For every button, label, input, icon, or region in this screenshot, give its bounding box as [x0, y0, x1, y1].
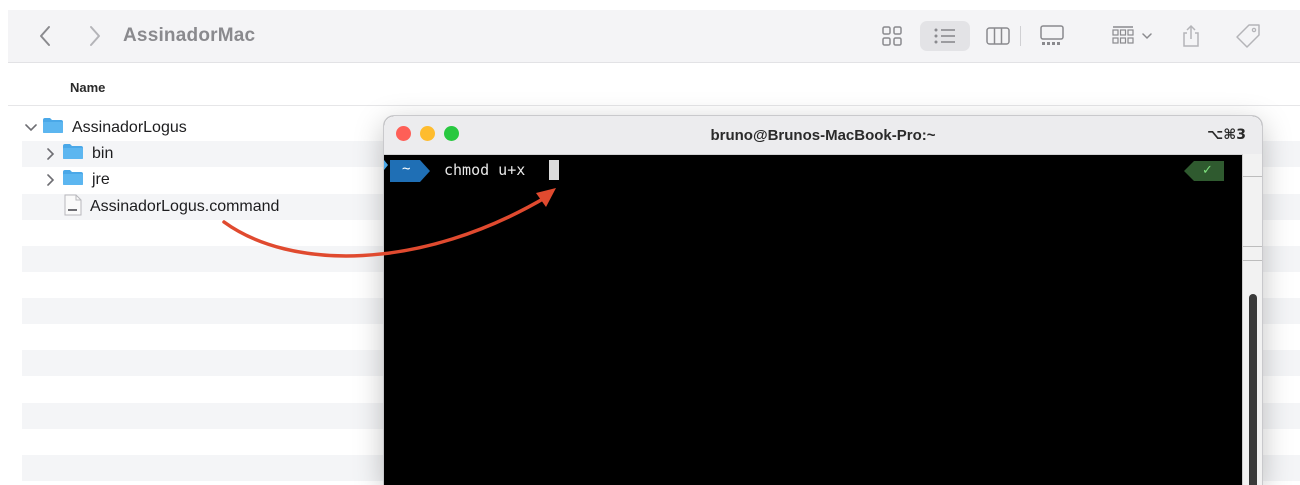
- scroll-divider: [1243, 176, 1262, 177]
- back-icon: [40, 26, 50, 46]
- command-file-icon: [64, 194, 82, 221]
- window-title: AssinadorMac: [123, 25, 256, 46]
- list-item[interactable]: bin: [44, 142, 113, 166]
- prompt-directory: ~: [402, 161, 411, 177]
- folder-icon: [42, 117, 64, 139]
- text-cursor: [549, 160, 559, 180]
- tag-icon: [1236, 24, 1260, 48]
- list-view-icon: [934, 28, 955, 44]
- item-name: jre: [92, 171, 110, 188]
- command-text: chmod u+x: [444, 161, 526, 179]
- folder-icon: [62, 169, 84, 191]
- column-header: Name: [8, 63, 1300, 106]
- column-view-button[interactable]: [980, 21, 1016, 51]
- window-shortcut: ⌥⌘3: [1207, 127, 1246, 143]
- tag-button[interactable]: [1230, 21, 1266, 51]
- terminal-window: bruno@Brunos-MacBook-Pro:~ ⌥⌘3 ~ chmod u…: [384, 116, 1262, 485]
- column-header-name[interactable]: Name: [70, 80, 105, 95]
- list-view-button[interactable]: [920, 21, 970, 51]
- disclosure-toggle[interactable]: [24, 124, 38, 132]
- list-item[interactable]: jre: [44, 168, 110, 192]
- toolbar-separator: [1020, 26, 1021, 46]
- terminal-title: bruno@Brunos-MacBook-Pro:~: [710, 127, 936, 144]
- forward-button[interactable]: [84, 24, 106, 48]
- finder-toolbar: AssinadorMac: [8, 10, 1300, 63]
- chevron-right-icon: [47, 148, 55, 160]
- icon-view-icon: [882, 26, 902, 46]
- scroll-divider: [1243, 246, 1262, 247]
- gallery-view-icon: [1040, 25, 1064, 45]
- chevron-right-icon: [47, 174, 55, 186]
- scroll-thumb[interactable]: [1249, 294, 1257, 485]
- item-name: AssinadorLogus: [72, 119, 187, 136]
- group-by-icon: [1112, 26, 1152, 44]
- back-button[interactable]: [34, 24, 56, 48]
- forward-icon: [90, 26, 100, 46]
- chevron-down-icon: [25, 124, 37, 132]
- folder-icon: [62, 143, 84, 165]
- disclosure-toggle[interactable]: [44, 148, 58, 160]
- terminal-title-bar: bruno@Brunos-MacBook-Pro:~ ⌥⌘3: [384, 116, 1262, 155]
- share-icon: [1183, 24, 1199, 47]
- terminal-scrollbar[interactable]: [1242, 154, 1262, 485]
- list-item[interactable]: AssinadorLogus.command: [64, 194, 280, 221]
- column-view-icon: [986, 27, 1010, 45]
- item-name: bin: [92, 145, 114, 162]
- item-name: AssinadorLogus.command: [90, 198, 280, 215]
- disclosure-toggle[interactable]: [44, 174, 58, 186]
- share-button[interactable]: [1176, 21, 1206, 51]
- list-item[interactable]: AssinadorLogus: [24, 116, 187, 140]
- group-by-button[interactable]: [1106, 21, 1162, 51]
- status-check-icon: ✓: [1202, 162, 1213, 177]
- gallery-view-button[interactable]: [1032, 21, 1072, 51]
- icon-view-button[interactable]: [874, 21, 910, 51]
- scroll-divider: [1243, 260, 1262, 261]
